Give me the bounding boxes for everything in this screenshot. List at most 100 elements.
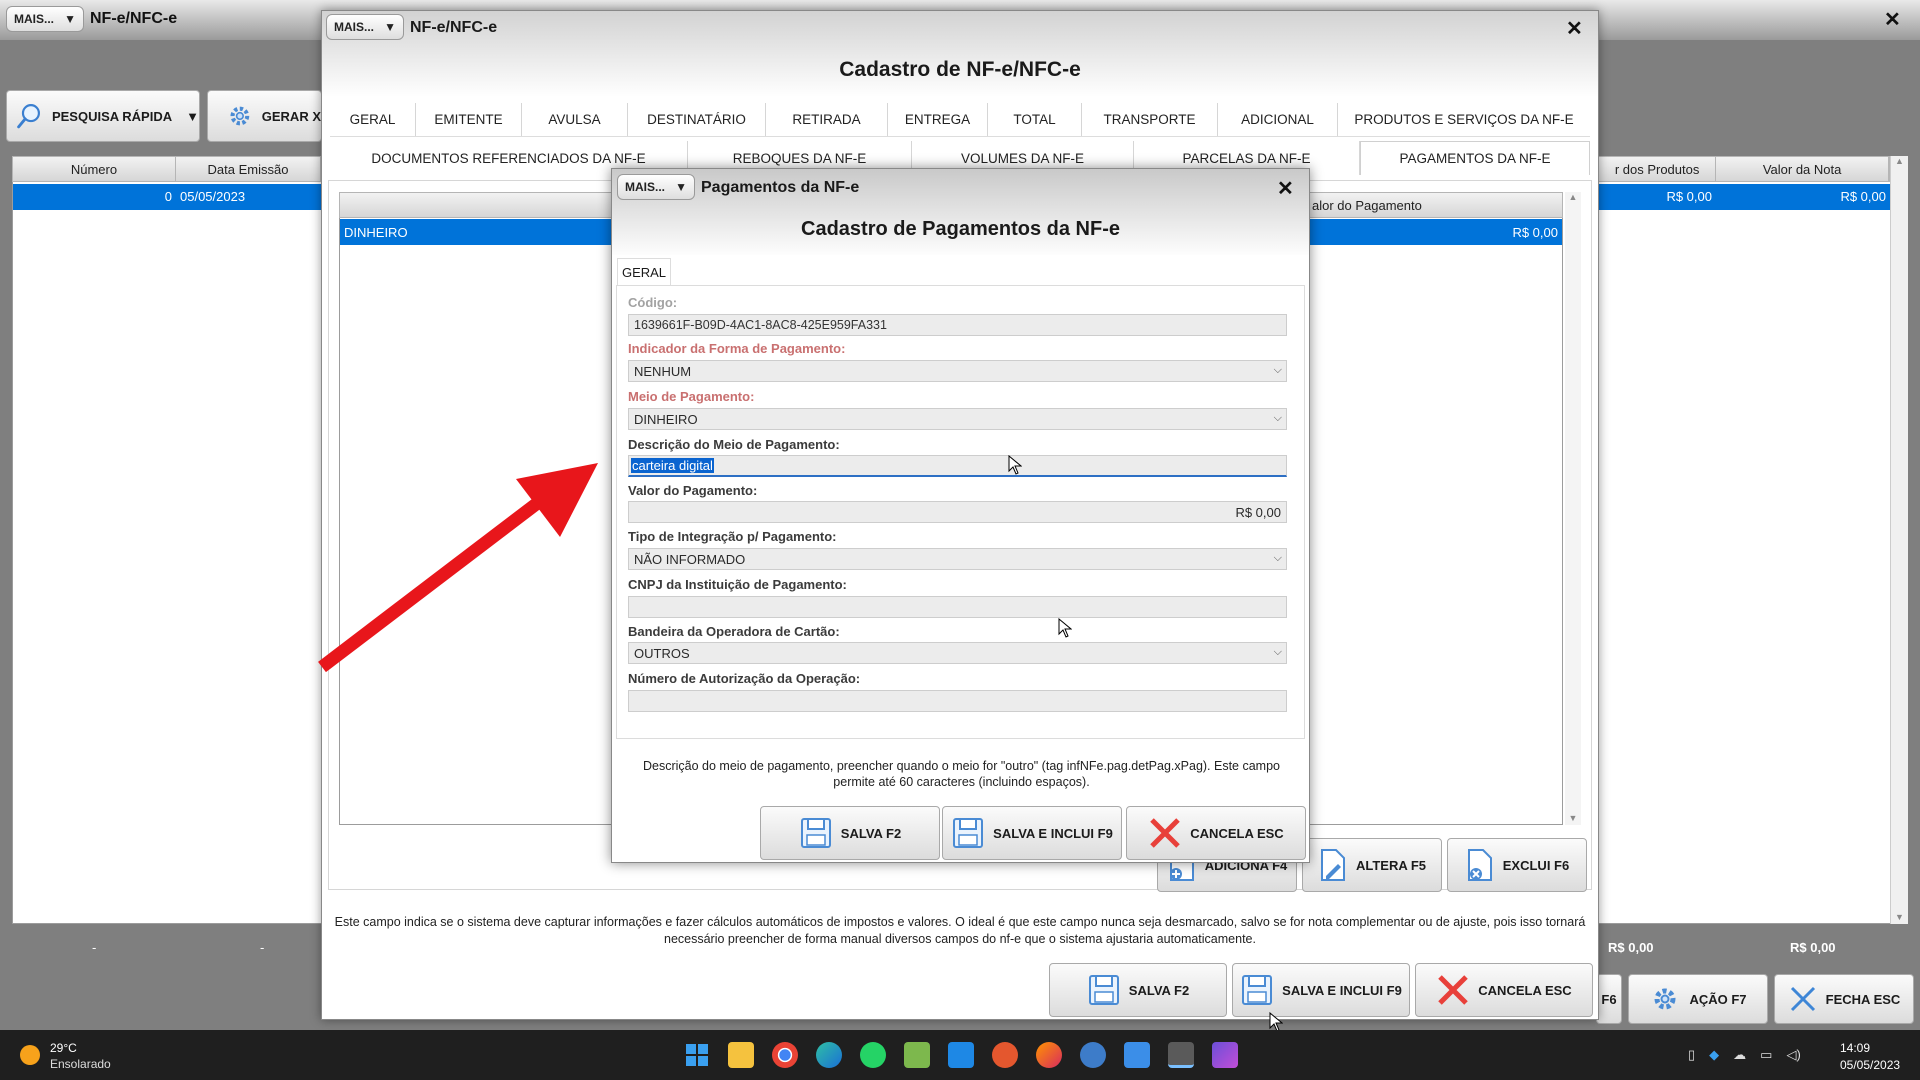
nfe-close-icon[interactable]: ✕ bbox=[1566, 19, 1583, 39]
fecha-button[interactable]: FECHA ESC bbox=[1774, 974, 1914, 1024]
pag-salva-inclui-button[interactable]: SALVA E INCLUI F9 bbox=[942, 806, 1122, 860]
clock-date[interactable]: 05/05/2023 bbox=[1840, 1058, 1900, 1072]
indicador-select[interactable]: NENHUM ⌵ bbox=[628, 360, 1287, 382]
mail-icon[interactable] bbox=[948, 1042, 974, 1068]
tab-destinatario[interactable]: DESTINATÁRIO bbox=[628, 103, 766, 136]
pag-tab-geral[interactable]: GERAL bbox=[617, 258, 671, 286]
nfe-hint: Este campo indica se o sistema deve capt… bbox=[334, 915, 1586, 946]
pagamentos-dialog: MAIS... ▼ Pagamentos da NF-e ✕ Cadastro d… bbox=[611, 168, 1310, 863]
scrollbar[interactable]: ▲ ▼ bbox=[1565, 192, 1581, 825]
codigo-field[interactable]: 1639661F-B09D-4AC1-8AC8-425E959FA331 bbox=[628, 314, 1287, 336]
pag-close-icon[interactable]: ✕ bbox=[1277, 179, 1294, 199]
tab-transporte[interactable]: TRANSPORTE bbox=[1082, 103, 1218, 136]
bandeira-value: OUTROS bbox=[634, 645, 690, 661]
nfe-cancela-button[interactable]: CANCELA ESC bbox=[1415, 963, 1593, 1017]
row-meio: DINHEIRO bbox=[344, 224, 408, 240]
gerar-button[interactable]: GERAR X bbox=[207, 90, 322, 142]
scrollbar[interactable]: ▲ ▼ bbox=[1890, 156, 1908, 924]
pesquisa-rapida-button[interactable]: PESQUISA RÁPIDA ▼ bbox=[6, 90, 200, 142]
cnpj-input[interactable] bbox=[628, 596, 1287, 618]
nfe-title: NF-e/NFC-e bbox=[410, 19, 498, 36]
scroll-down-icon[interactable]: ▼ bbox=[1565, 813, 1581, 823]
tab-adicional[interactable]: ADICIONAL bbox=[1218, 103, 1338, 136]
edit-file-icon bbox=[1320, 849, 1345, 881]
gear-icon bbox=[230, 106, 250, 126]
file-explorer-icon[interactable] bbox=[728, 1042, 754, 1068]
tab-retirada[interactable]: RETIRADA bbox=[766, 103, 888, 136]
firefox-icon[interactable] bbox=[1036, 1042, 1062, 1068]
tipo-label: Tipo de Integração p/ Pagamento: bbox=[628, 529, 837, 544]
table-row[interactable]: R$ 0,00 R$ 0,00 bbox=[1599, 184, 1890, 210]
mouse-cursor-icon bbox=[1008, 455, 1022, 475]
main-grid-right-header: r dos Produtos Valor da Nota bbox=[1598, 156, 1890, 182]
cloud-icon[interactable]: ☁ bbox=[1733, 1047, 1746, 1063]
autorizacao-input[interactable] bbox=[628, 690, 1287, 712]
weather-text: Ensolarado bbox=[50, 1057, 111, 1071]
shield-icon[interactable]: ◆ bbox=[1709, 1047, 1719, 1063]
gerar-label: GERAR X bbox=[261, 108, 321, 124]
app-icon[interactable] bbox=[992, 1042, 1018, 1068]
main-grid-header: Número Data Emissão bbox=[12, 156, 322, 182]
table-row[interactable]: 0 05/05/2023 bbox=[13, 184, 322, 210]
codigo-label: Código: bbox=[628, 295, 678, 310]
chevron-down-icon: ⌵ bbox=[1273, 552, 1282, 564]
notepad-icon[interactable] bbox=[904, 1042, 930, 1068]
tab-produtos-servicos[interactable]: PRODUTOS E SERVIÇOS DA NF-E bbox=[1338, 103, 1590, 136]
main-grid-right bbox=[1598, 156, 1908, 924]
exclui-button[interactable]: EXCLUI F6 bbox=[1447, 838, 1587, 892]
nfe-salva-button[interactable]: SALVA F2 bbox=[1049, 963, 1227, 1017]
altera-button[interactable]: ALTERA F5 bbox=[1302, 838, 1442, 892]
edge-icon[interactable] bbox=[816, 1042, 842, 1068]
tipo-select[interactable]: NÃO INFORMADO ⌵ bbox=[628, 548, 1287, 570]
bandeira-select[interactable]: OUTROS ⌵ bbox=[628, 642, 1287, 664]
tab-entrega[interactable]: ENTREGA bbox=[888, 103, 988, 136]
meio-label: Meio de Pagamento: bbox=[628, 389, 755, 404]
tab-pagamentos[interactable]: PAGAMENTOS DA NF-E bbox=[1360, 141, 1590, 175]
f6-button[interactable]: F6 bbox=[1596, 974, 1622, 1024]
row-valor: R$ 0,00 bbox=[1512, 224, 1558, 240]
settings-icon[interactable] bbox=[1080, 1042, 1106, 1068]
media-icon[interactable] bbox=[1212, 1042, 1238, 1068]
notes-icon[interactable] bbox=[1124, 1042, 1150, 1068]
nfe-salva-inclui-button[interactable]: SALVA E INCLUI F9 bbox=[1232, 963, 1410, 1017]
tab-total[interactable]: TOTAL bbox=[988, 103, 1082, 136]
clock-time[interactable]: 14:09 bbox=[1840, 1041, 1870, 1055]
erp-app-icon[interactable] bbox=[1168, 1042, 1194, 1068]
col-valor-pagamento[interactable]: alor do Pagamento bbox=[1312, 198, 1422, 213]
col-data-emissao[interactable]: Data Emissão bbox=[176, 157, 321, 181]
tab-emitente[interactable]: EMITENTE bbox=[416, 103, 522, 136]
tab-geral[interactable]: GERAL bbox=[330, 103, 416, 136]
meio-select[interactable]: DINHEIRO ⌵ bbox=[628, 408, 1287, 430]
pag-mais-label: MAIS... bbox=[625, 180, 666, 194]
nfe-mais-button[interactable]: MAIS... ▼ bbox=[326, 14, 404, 40]
windows-start-icon[interactable] bbox=[684, 1042, 710, 1068]
main-close-icon[interactable]: ✕ bbox=[1884, 10, 1901, 30]
chevron-down-icon: ▼ bbox=[384, 20, 396, 34]
main-title: NF-e/NFC-e bbox=[90, 10, 178, 27]
pag-cancela-button[interactable]: CANCELA ESC bbox=[1126, 806, 1306, 860]
usb-icon[interactable]: ▯ bbox=[1688, 1047, 1695, 1063]
tipo-value: NÃO INFORMADO bbox=[634, 551, 746, 567]
valor-input[interactable]: R$ 0,00 bbox=[628, 501, 1287, 523]
col-valor-produtos[interactable]: r dos Produtos bbox=[1599, 157, 1717, 181]
pag-mais-button[interactable]: MAIS... ▼ bbox=[617, 174, 695, 200]
chrome-icon[interactable] bbox=[772, 1042, 798, 1068]
nfe-salva-inclui-label: SALVA E INCLUI F9 bbox=[1282, 982, 1402, 998]
whatsapp-icon[interactable] bbox=[860, 1042, 886, 1068]
pag-salva-button[interactable]: SALVA F2 bbox=[760, 806, 940, 860]
descricao-input[interactable]: carteira digital bbox=[628, 455, 1287, 477]
scroll-up-icon[interactable]: ▲ bbox=[1565, 192, 1581, 202]
col-numero[interactable]: Número bbox=[13, 157, 176, 181]
sun-icon bbox=[20, 1045, 40, 1065]
row-valor-nota: R$ 0,00 bbox=[1840, 189, 1886, 204]
main-mais-button[interactable]: MAIS... ▼ bbox=[6, 6, 84, 32]
volume-icon[interactable]: ◁) bbox=[1786, 1047, 1800, 1063]
acao-button[interactable]: AÇÃO F7 bbox=[1628, 974, 1768, 1024]
cancel-icon bbox=[1438, 975, 1469, 1005]
mouse-cursor-icon bbox=[1058, 618, 1072, 638]
tab-avulsa[interactable]: AVULSA bbox=[522, 103, 628, 136]
scroll-down-icon[interactable]: ▼ bbox=[1891, 912, 1908, 922]
scroll-up-icon[interactable]: ▲ bbox=[1891, 156, 1908, 166]
network-icon[interactable]: ▭ bbox=[1760, 1047, 1772, 1063]
col-valor-nota[interactable]: Valor da Nota bbox=[1716, 157, 1889, 181]
